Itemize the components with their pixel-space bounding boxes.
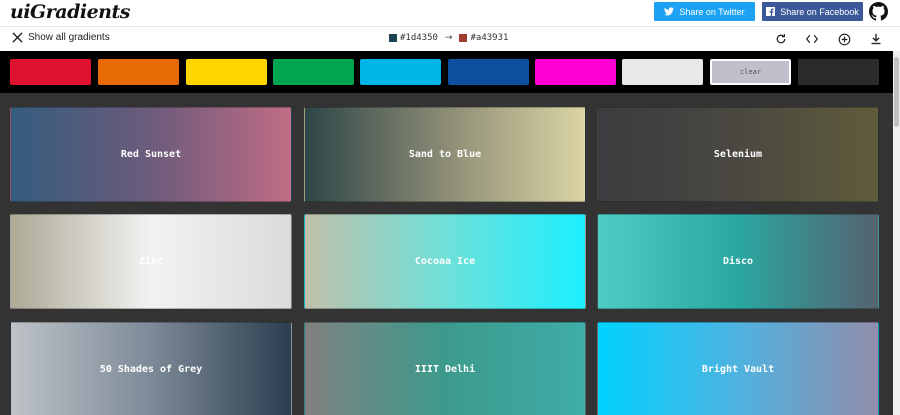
filter-orange[interactable] [98,59,179,85]
gradient-name: 50 Shades of Grey [99,364,203,375]
filter-red[interactable] [10,59,91,85]
arrow-right-icon: → [444,33,453,43]
download-icon[interactable] [869,32,883,46]
scrollbar-thumb[interactable] [894,57,899,127]
gradient-card[interactable]: Sand to Blue [304,107,586,202]
share-twitter-label: Share on Twitter [679,6,745,17]
add-icon[interactable] [837,32,851,46]
share-twitter-button[interactable]: Share on Twitter [654,2,755,21]
filter-navy[interactable] [448,59,529,85]
gradient-name: Selenium [713,149,763,160]
show-all-label: Show all gradients [28,32,110,43]
gradient-card[interactable]: Cocoaa Ice [304,214,586,309]
gradient-name: Red Sunset [120,149,182,160]
share-facebook-button[interactable]: Share on Facebook [762,2,863,21]
github-icon[interactable] [869,2,888,21]
gradient-name: IIIT Delhi [414,364,476,375]
gradient-name: Zinc [138,256,164,267]
filter-green[interactable] [273,59,354,85]
gradient-card[interactable]: 50 Shades of Grey [10,322,292,415]
color-to-code[interactable]: #a43931 [470,33,508,43]
toolbar: Show all gradients #1d4350 → #a43931 [0,28,900,50]
gradient-card[interactable]: IIIT Delhi [304,322,586,415]
facebook-icon [766,7,776,16]
gradient-name: Bright Vault [701,364,775,375]
code-icon[interactable] [805,32,819,46]
filter-pink[interactable] [535,59,616,85]
scrollbar[interactable] [893,51,900,415]
color-from-swatch [389,34,397,42]
show-all-gradients-button[interactable]: Show all gradients [12,32,110,43]
rotate-icon[interactable] [774,32,788,46]
gradient-card[interactable]: Bright Vault [597,322,879,415]
gradient-colors: #1d4350 → #a43931 [389,33,508,43]
gradient-name: Disco [722,256,754,267]
clear-label: clear [739,68,762,76]
twitter-icon [664,7,675,16]
gradient-card[interactable]: Disco [597,214,879,309]
filter-white[interactable] [622,59,703,85]
filter-black[interactable] [798,59,879,85]
gradient-name: Cocoaa Ice [414,256,476,267]
gradient-grid: Red Sunset Sand to Blue Selenium Zinc Co… [0,93,893,415]
filter-blue[interactable] [360,59,441,85]
color-filter-bar: clear [0,51,893,93]
logo[interactable]: uiGradients [10,1,130,23]
color-from-code[interactable]: #1d4350 [400,33,438,43]
gradient-card[interactable]: Zinc [10,214,292,309]
color-to-swatch [459,34,468,42]
header: uiGradients Share on Twitter Share on Fa… [0,0,900,27]
gradient-name: Sand to Blue [408,149,482,160]
filter-yellow[interactable] [186,59,267,85]
gradient-card[interactable]: Selenium [597,107,879,202]
close-icon [12,32,23,43]
gradient-card[interactable]: Red Sunset [10,107,292,202]
share-facebook-label: Share on Facebook [780,6,859,17]
filter-clear-button[interactable]: clear [710,59,791,85]
